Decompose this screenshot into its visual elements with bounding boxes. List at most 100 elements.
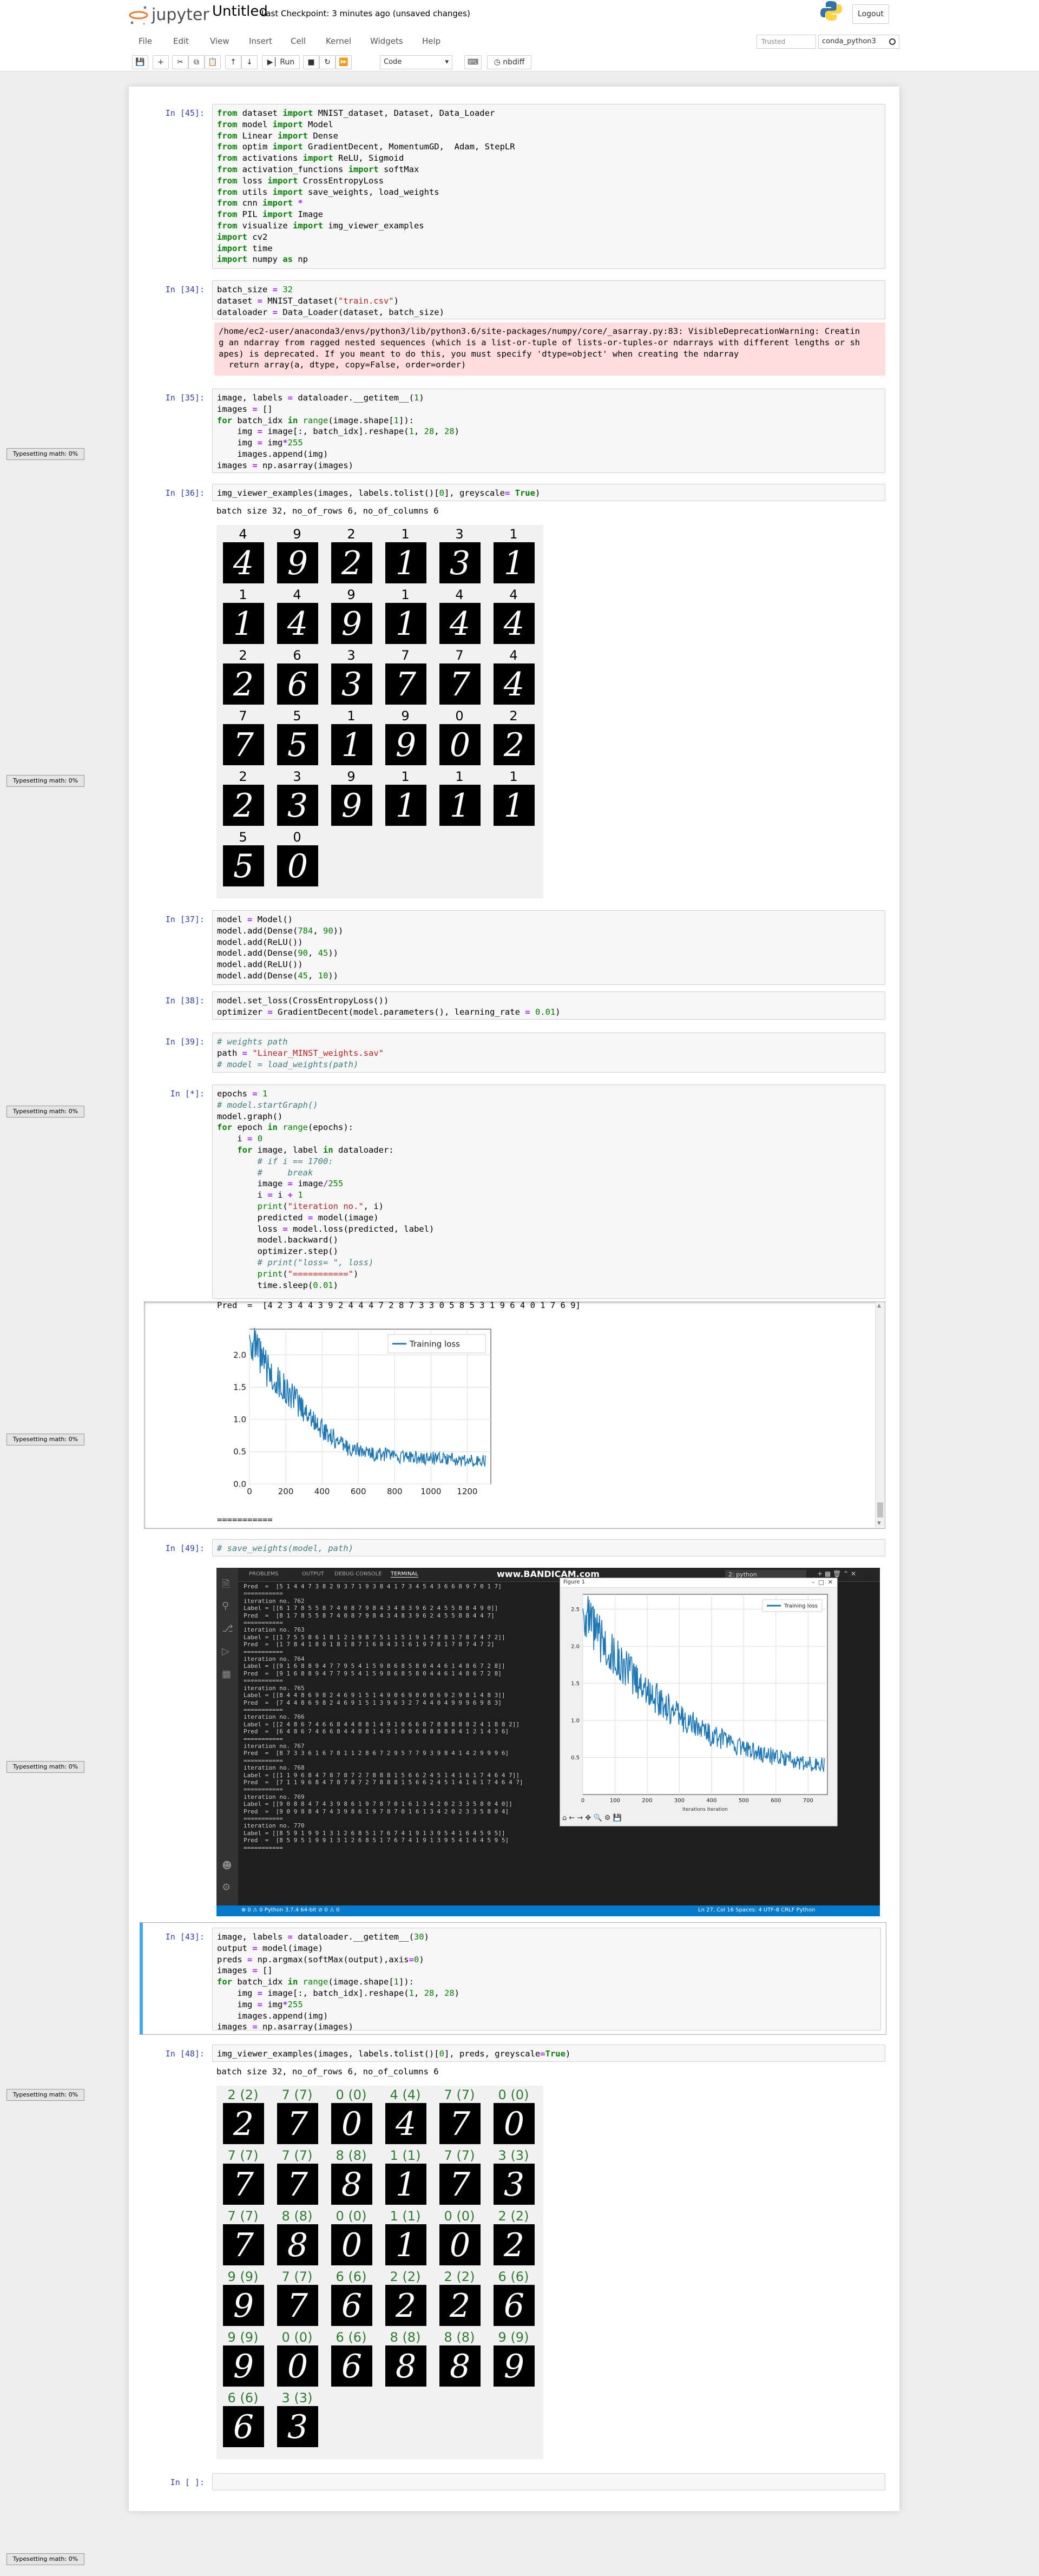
digit-label: 2 (2) <box>498 2209 529 2224</box>
scrollbar-thumb[interactable] <box>877 1502 883 1517</box>
move-up-button[interactable]: ↑ <box>225 55 241 69</box>
terminal-controls[interactable]: + ▩ 🗑 ⌃ ✕ <box>817 1570 856 1578</box>
digit-image: 4 <box>223 542 264 583</box>
cell-prompt: In [38]: <box>165 996 205 1006</box>
digit-image: 1 <box>494 542 535 583</box>
empty-code-cell[interactable] <box>212 2473 885 2490</box>
digit-glyph: 9 <box>395 726 417 764</box>
copy-icon: ⧉ <box>194 58 199 67</box>
digit-image: 7 <box>277 2164 318 2205</box>
code-cell-viewer-preds[interactable]: img_viewer_examples(images, labels.tolis… <box>212 2045 885 2062</box>
digit-glyph: 6 <box>233 2408 254 2446</box>
digit-glyph: 6 <box>341 2287 363 2325</box>
digit-glyph: 7 <box>233 726 254 764</box>
digit-tile: 7 (7) 7 <box>219 2148 267 2209</box>
digit-label: 9 (9) <box>498 2330 529 2345</box>
panel-tab[interactable]: DEBUG CONSOLE <box>334 1571 382 1577</box>
digit-tile: 44 <box>219 527 267 588</box>
cell-prompt: In [49]: <box>165 1543 205 1553</box>
logout-button[interactable]: Logout <box>852 4 889 24</box>
cell-type-select[interactable]: Code ▾ <box>380 55 452 69</box>
cell-prompt: In [35]: <box>165 393 205 403</box>
training-output-line: =========== <box>217 1515 273 1524</box>
digit-label: 8 (8) <box>281 2209 313 2224</box>
scrolled-output-area[interactable]: Pred = [4 2 3 4 4 3 9 2 4 4 4 7 2 8 7 3 … <box>144 1302 885 1529</box>
code-cell-training[interactable]: epochs = 1 # model.startGraph() model.gr… <box>212 1085 885 1299</box>
menu-help[interactable]: Help <box>422 34 440 49</box>
menu-view[interactable]: View <box>210 34 229 49</box>
save-icon: 💾 <box>135 58 145 67</box>
digit-glyph: 1 <box>449 787 471 825</box>
code-cell-images[interactable]: image, labels = dataloader.__getitem__(1… <box>212 389 885 473</box>
menu-edit[interactable]: Edit <box>173 34 189 49</box>
panel-tab[interactable]: OUTPUT <box>302 1571 324 1577</box>
digit-glyph: 7 <box>233 2166 254 2204</box>
digit-image: 1 <box>494 785 535 826</box>
x-tick-label: 1200 <box>457 1487 477 1496</box>
digit-image: 4 <box>494 663 535 705</box>
move-down-button[interactable]: ↓ <box>241 55 258 69</box>
cell-source: model.set_loss(CrossEntropyLoss()) optim… <box>217 996 561 1017</box>
nbdiff-button[interactable]: ◷ nbdiff <box>487 55 531 69</box>
digit-tile: 11 <box>435 770 484 830</box>
digit-glyph: 2 <box>341 544 363 582</box>
digit-tile: 11 <box>381 588 430 648</box>
window-controls[interactable]: – □ ✕ <box>812 1579 833 1586</box>
code-cell-model[interactable]: model = Model() model.add(Dense(784, 90)… <box>212 910 885 985</box>
paste-button[interactable]: 📋 <box>205 55 221 69</box>
code-cell-save-weights[interactable]: # save_weights(model, path) <box>212 1539 885 1556</box>
digit-label: 3 (3) <box>281 2390 313 2406</box>
copy-button[interactable]: ⧉ <box>188 55 205 69</box>
digit-tile: 3 (3) 3 <box>489 2148 538 2209</box>
digit-image: 1 <box>385 785 426 826</box>
code-cell-loss[interactable]: model.set_loss(CrossEntropyLoss()) optim… <box>212 991 885 1020</box>
digit-glyph: 7 <box>395 666 417 704</box>
digit-tile: 9 (9) 9 <box>219 2330 267 2391</box>
interrupt-button[interactable]: ■ <box>303 55 319 69</box>
trusted-indicator[interactable]: Trusted <box>757 35 816 49</box>
code-cell-predict[interactable]: image, labels = dataloader.__getitem__(3… <box>212 1928 881 2032</box>
output-scrollbar[interactable]: ▲ ▼ <box>875 1302 885 1528</box>
digit-tile: 66 <box>273 648 321 709</box>
digit-label: 7 (7) <box>281 2148 313 2163</box>
digit-tile: 44 <box>435 588 484 648</box>
code-cell-imports[interactable]: from dataset import MNIST_dataset, Datas… <box>212 104 885 269</box>
save-button[interactable]: 💾 <box>132 55 148 69</box>
run-button[interactable]: ▶│ Run <box>262 55 300 69</box>
digit-glyph: 9 <box>233 2348 254 2386</box>
digit-label: 9 (9) <box>227 2269 259 2284</box>
typesetting-status: Typesetting math: 0% <box>6 1761 84 1773</box>
y-tick-label: 1.0 <box>233 1415 246 1424</box>
menu-kernel[interactable]: Kernel <box>326 34 351 49</box>
y-tick-label: 2.5 <box>571 1607 580 1613</box>
panel-tab-active[interactable]: TERMINAL <box>391 1571 418 1578</box>
digit-label: 4 <box>293 587 301 602</box>
insert-cell-button[interactable]: + <box>153 55 169 69</box>
digit-image: 7 <box>277 2103 318 2144</box>
notebook-name[interactable]: Untitled <box>212 3 268 19</box>
digit-glyph: 1 <box>395 2226 417 2264</box>
restart-button[interactable]: ↻ <box>319 55 336 69</box>
digit-image: 7 <box>439 2164 481 2205</box>
digit-image: 2 <box>223 663 264 705</box>
digit-label: 7 <box>455 648 464 663</box>
digit-image: 9 <box>223 2345 264 2387</box>
figure-toolbar[interactable]: ⌂ ← → ✥ 🔍 ⚙ 💾 <box>562 1814 622 1822</box>
figure-window[interactable]: Figure 1 – □ ✕ 0.5 1.0 1.5 2.0 2.5 0 100 200 300… <box>560 1578 838 1826</box>
digit-label: 9 <box>347 587 356 602</box>
menu-file[interactable]: File <box>139 34 152 49</box>
figure-x-axis-label: Iterations Iteration <box>682 1807 728 1812</box>
command-palette-button[interactable]: ⌨ <box>464 55 482 69</box>
code-cell-dataloader[interactable]: batch_size = 32 dataset = MNIST_dataset(… <box>212 280 885 319</box>
restart-run-all-button[interactable]: ⏩ <box>336 55 352 69</box>
digit-label: 7 <box>239 708 247 724</box>
menu-insert[interactable]: Insert <box>249 34 272 49</box>
cut-button[interactable]: ✂ <box>172 55 188 69</box>
code-cell-viewer[interactable]: img_viewer_examples(images, labels.tolis… <box>212 484 885 501</box>
menu-widgets[interactable]: Widgets <box>370 34 403 49</box>
digit-tile: 33 <box>273 770 321 830</box>
panel-tab[interactable]: PROBLEMS <box>249 1571 279 1577</box>
digit-image: 9 <box>494 2345 535 2387</box>
menu-cell[interactable]: Cell <box>291 34 306 49</box>
code-cell-weights-path[interactable]: # weights path path = "Linear_MINST_weig… <box>212 1033 885 1073</box>
